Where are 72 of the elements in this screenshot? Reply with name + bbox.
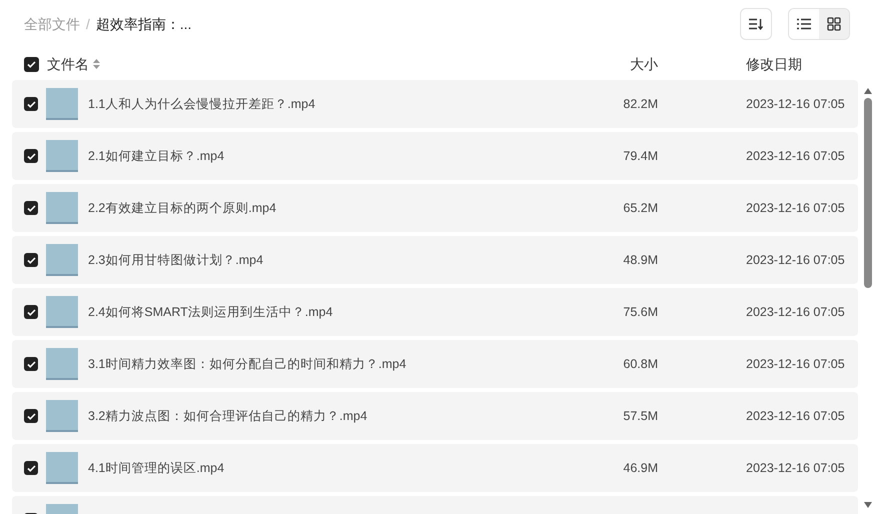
modified-date: 2023-12-16 07:05: [746, 304, 846, 321]
row-checkbox[interactable]: [24, 201, 38, 215]
file-name[interactable]: 3.1时间精力效率图：如何分配自己的时间和精力？.mp4: [88, 354, 406, 374]
file-row[interactable]: 3.2精力波点图：如何合理评估自己的精力？.mp4 57.5M 2023-12-16 07:05: [12, 392, 858, 440]
file-row[interactable]: 3.1时间精力效率图：如何分配自己的时间和精力？.mp4 60.8M 2023-12-16 07:05: [12, 340, 858, 388]
modified-date: 2023-12-16 07:05: [746, 408, 846, 425]
grid-icon: [827, 17, 841, 31]
modified-date: 2023-12-16 07:05: [746, 460, 846, 477]
row-checkbox[interactable]: [24, 409, 38, 423]
modified-date: 2023-12-16 07:05: [746, 252, 846, 269]
file-row[interactable]: 2.1如何建立目标？.mp4 79.4M 2023-12-16 07:05: [12, 132, 858, 180]
modified-date: 2023-12-16 07:05: [746, 96, 846, 113]
check-icon: [26, 412, 36, 420]
file-size: 46.9M: [622, 460, 658, 477]
breadcrumb-separator: /: [86, 14, 90, 34]
scroll-down-icon[interactable]: [864, 502, 872, 508]
file-size: 48.9M: [622, 252, 658, 269]
scroll-up-icon[interactable]: [864, 88, 872, 94]
file-size: 57.5M: [622, 408, 658, 425]
sort-button[interactable]: [740, 8, 772, 40]
row-checkbox[interactable]: [24, 97, 38, 111]
check-icon: [27, 60, 36, 68]
row-checkbox[interactable]: [24, 357, 38, 371]
modified-date: 2023-12-16 07:05: [746, 148, 846, 165]
file-size: 79.4M: [622, 148, 658, 165]
row-checkbox[interactable]: [24, 305, 38, 319]
check-icon: [26, 308, 36, 316]
row-checkbox[interactable]: [24, 149, 38, 163]
check-icon: [26, 464, 36, 472]
video-thumbnail: [46, 140, 78, 172]
file-row[interactable]: 2.3如何用甘特图做计划？.mp4 48.9M 2023-12-16 07:05: [12, 236, 858, 284]
sort-icon: [749, 18, 763, 30]
row-checkbox[interactable]: [24, 461, 38, 475]
file-row[interactable]: 2.2有效建立目标的两个原则.mp4 65.2M 2023-12-16 07:05: [12, 184, 858, 232]
file-row[interactable]: 2.4如何将SMART法则运用到生活中？.mp4 75.6M 2023-12-16 07:05: [12, 288, 858, 336]
check-icon: [26, 100, 36, 108]
row-checkbox[interactable]: [24, 253, 38, 267]
scrollbar-thumb[interactable]: [864, 98, 872, 288]
file-name[interactable]: 1.1人和人为什么会慢慢拉开差距？.mp4: [88, 94, 316, 114]
video-thumbnail: [46, 244, 78, 276]
file-row[interactable]: 1.1人和人为什么会慢慢拉开差距？.mp4 82.2M 2023-12-16 07:05: [12, 80, 858, 128]
size-column-header: 大小: [629, 54, 658, 74]
video-thumbnail: [46, 296, 78, 328]
file-size: 65.2M: [622, 200, 658, 217]
video-thumbnail: [46, 88, 78, 120]
file-name[interactable]: 2.1如何建立目标？.mp4: [88, 146, 224, 166]
file-name[interactable]: 2.3如何用甘特图做计划？.mp4: [88, 250, 264, 270]
file-name[interactable]: 2.2有效建立目标的两个原则.mp4: [88, 198, 276, 218]
check-icon: [26, 360, 36, 368]
file-size: 75.6M: [622, 304, 658, 321]
name-column-header[interactable]: 文件名: [47, 54, 100, 74]
video-thumbnail: [46, 348, 78, 380]
modified-date: 2023-12-16 07:05: [746, 356, 846, 373]
sort-arrows-icon[interactable]: [93, 59, 100, 69]
file-size: 60.8M: [622, 356, 658, 373]
grid-view-button[interactable]: [819, 9, 849, 39]
select-all-checkbox[interactable]: [24, 56, 39, 72]
video-thumbnail: [46, 192, 78, 224]
check-icon: [26, 256, 36, 264]
file-name[interactable]: 2.4如何将SMART法则运用到生活中？.mp4: [88, 302, 333, 322]
modified-date: 2023-12-16 07:05: [746, 200, 846, 217]
video-thumbnail: [46, 452, 78, 484]
file-row[interactable]: 4.1时间管理的误区.mp4 46.9M 2023-12-16 07:05: [12, 444, 858, 492]
file-name[interactable]: 3.2精力波点图：如何合理评估自己的精力？.mp4: [88, 406, 368, 426]
modified-column-header: 修改日期: [746, 54, 803, 74]
video-thumbnail: [46, 400, 78, 432]
list-icon: [797, 18, 811, 30]
check-icon: [26, 204, 36, 212]
file-name[interactable]: 4.1时间管理的误区.mp4: [88, 458, 224, 478]
file-size: 82.2M: [622, 96, 658, 113]
breadcrumb-item[interactable]: 超效率指南：...: [96, 14, 192, 34]
check-icon: [26, 152, 36, 160]
